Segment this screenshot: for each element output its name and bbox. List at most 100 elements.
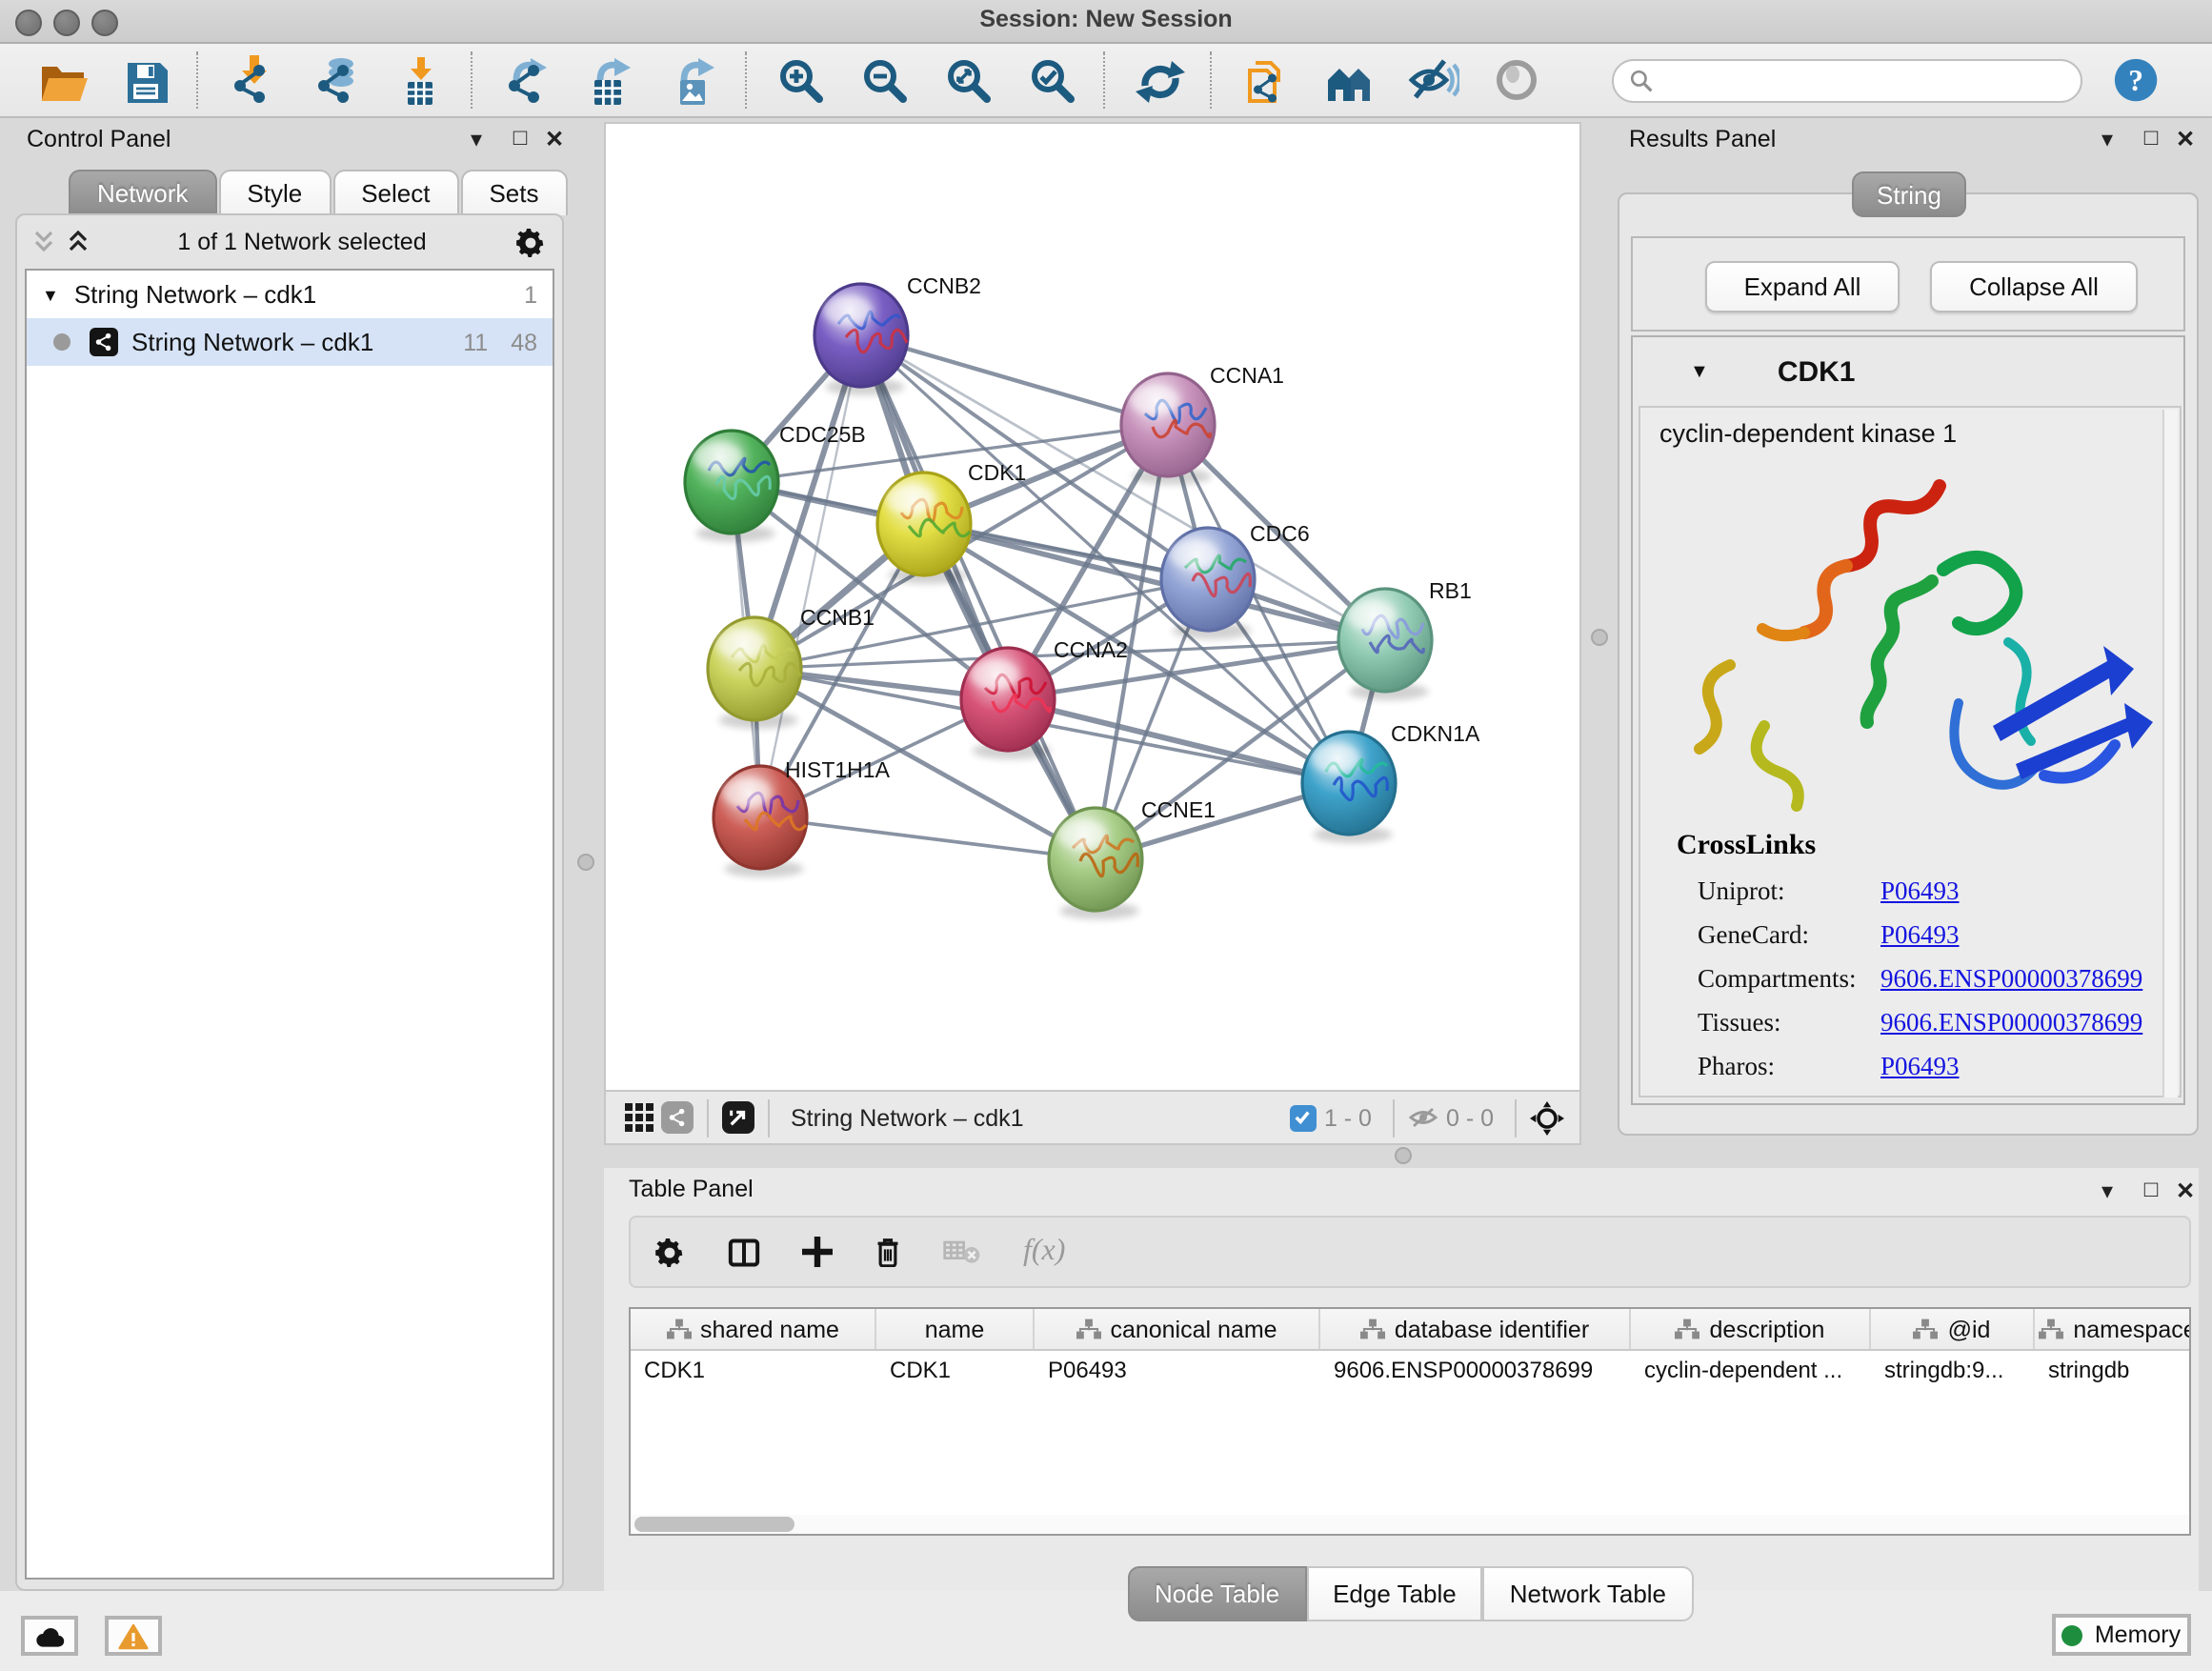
tab-style[interactable]: Style <box>218 170 331 215</box>
network-node-CCNB1[interactable]: CCNB1 <box>708 605 875 729</box>
column-header--id[interactable]: @id <box>1871 1309 2035 1349</box>
new-network-from-selection-button[interactable] <box>1223 48 1307 112</box>
network-node-CCNB2[interactable]: CCNB2 <box>814 273 981 395</box>
table-horizontal-scrollbar[interactable] <box>631 1515 2189 1534</box>
import-table-from-file-button[interactable] <box>377 48 461 112</box>
first-neighbors-button[interactable] <box>1307 48 1391 112</box>
tab-select[interactable]: Select <box>332 170 458 215</box>
network-node-CDC25B[interactable]: CDC25B <box>685 422 866 542</box>
column-header-database-identifier[interactable]: database identifier <box>1320 1309 1631 1349</box>
right-splitter-handle[interactable] <box>1591 629 1608 646</box>
tab-node-table[interactable]: Node Table <box>1128 1566 1306 1621</box>
tab-sets[interactable]: Sets <box>460 170 567 215</box>
network-edge[interactable] <box>760 817 1096 859</box>
network-node-CCNA1[interactable]: CCNA1 <box>1121 363 1284 485</box>
column-header-description[interactable]: description <box>1631 1309 1871 1349</box>
table-cell: CDK1 <box>876 1351 1035 1387</box>
show-all-button[interactable] <box>1475 48 1558 112</box>
close-panel-icon[interactable]: ✕ <box>539 126 570 152</box>
create-column-icon[interactable] <box>802 1237 833 1267</box>
show-columns-icon[interactable] <box>728 1238 760 1266</box>
panel-menu-icon[interactable]: ▾ <box>2092 1178 2122 1204</box>
collapse-all-button[interactable]: Collapse All <box>1930 261 2138 312</box>
protein-entry-header[interactable]: ▼ CDK1 <box>1633 337 2183 406</box>
tab-string[interactable]: String <box>1852 171 1966 217</box>
network-canvas[interactable]: CCNB2 CCNA1 CDC25B CDK1 CDC6 R <box>604 122 1581 1092</box>
network-node-CCNE1[interactable]: CCNE1 <box>1049 797 1216 919</box>
birds-eye-view-icon[interactable] <box>1530 1100 1564 1135</box>
zoom-out-button[interactable] <box>842 48 926 112</box>
network-edge[interactable] <box>861 335 1096 859</box>
column-header-canonical-name[interactable]: canonical name <box>1035 1309 1320 1349</box>
tab-network[interactable]: Network <box>69 170 216 215</box>
grid-view-icon[interactable] <box>625 1103 654 1132</box>
detach-view-icon[interactable] <box>722 1101 754 1134</box>
protein-description: cyclin-dependent kinase 1 <box>1640 408 2180 448</box>
float-panel-icon[interactable]: □ <box>2136 124 2166 151</box>
crosslink-link[interactable]: P06493 <box>1880 920 1960 951</box>
search-field[interactable] <box>1612 58 2082 102</box>
memory-button[interactable]: Memory <box>2052 1614 2191 1656</box>
column-header-name[interactable]: name <box>876 1309 1035 1349</box>
hide-selected-button[interactable] <box>1391 48 1475 112</box>
search-input[interactable] <box>1654 61 2081 99</box>
zoom-in-button[interactable] <box>758 48 842 112</box>
left-splitter-handle[interactable] <box>577 854 594 871</box>
network-node-RB1[interactable]: RB1 <box>1338 578 1472 700</box>
help-button[interactable]: ? <box>2113 56 2161 104</box>
panel-menu-icon[interactable]: ▾ <box>2092 126 2122 152</box>
scrollbar-thumb[interactable] <box>634 1517 794 1532</box>
delete-column-icon[interactable] <box>875 1237 901 1267</box>
network-row[interactable]: String Network – cdk1 11 48 <box>27 318 553 366</box>
selected-checkbox-icon[interactable] <box>1290 1104 1317 1131</box>
table-row[interactable]: CDK1CDK1P064939606.ENSP00000378699cyclin… <box>631 1351 2189 1387</box>
table-cell: CDK1 <box>631 1351 876 1387</box>
cloud-services-button[interactable] <box>21 1616 78 1656</box>
network-options-gear-icon[interactable] <box>514 226 547 258</box>
column-header-namespace[interactable]: namespace <box>2035 1309 2191 1349</box>
expand-all-button[interactable]: Expand All <box>1705 261 1900 312</box>
crosslink-link[interactable]: P06493 <box>1880 876 1960 907</box>
network-collection-row[interactable]: ▼ String Network – cdk1 1 <box>27 271 553 318</box>
network-node-CDKN1A[interactable]: CDKN1A <box>1302 721 1480 843</box>
expand-all-networks-icon[interactable] <box>67 230 90 254</box>
export-table-to-file-button[interactable] <box>568 48 652 112</box>
tab-edge-table[interactable]: Edge Table <box>1306 1566 1483 1621</box>
tab-network-table[interactable]: Network Table <box>1483 1566 1693 1621</box>
warnings-button[interactable] <box>105 1616 162 1656</box>
crosslink-link[interactable]: P06493 <box>1880 1052 1960 1082</box>
apply-preferred-layout-button[interactable] <box>1116 48 1200 112</box>
node-label: CCNA1 <box>1210 363 1284 388</box>
close-panel-icon[interactable]: ✕ <box>2170 126 2201 152</box>
zoom-selected-button[interactable] <box>1010 48 1094 112</box>
network-node-CDC6[interactable]: CDC6 <box>1161 521 1310 639</box>
results-scrollbar[interactable] <box>2162 410 2178 1097</box>
column-header-shared-name[interactable]: shared name <box>631 1309 876 1349</box>
collapse-entry-icon[interactable]: ▼ <box>1690 361 1709 382</box>
crosslink-link[interactable]: 9606.ENSP00000378699 <box>1880 964 2142 995</box>
export-network-to-file-button[interactable] <box>484 48 568 112</box>
expand-collapse-row: Expand All Collapse All <box>1631 236 2185 332</box>
crosslink-row: GeneCard: P06493 <box>1698 920 2180 951</box>
collapse-all-networks-icon[interactable] <box>32 230 55 254</box>
table-cell: stringdb <box>2035 1351 2191 1387</box>
table-options-gear-icon[interactable] <box>654 1236 686 1268</box>
collapse-tree-icon[interactable]: ▼ <box>42 285 59 304</box>
float-panel-icon[interactable]: □ <box>505 124 535 151</box>
import-network-from-database-button[interactable] <box>293 48 377 112</box>
save-session-button[interactable] <box>103 48 187 112</box>
network-view-icon[interactable] <box>661 1101 694 1134</box>
network-edge[interactable] <box>760 335 861 817</box>
selected-node-edge-count: 1 - 0 <box>1324 1104 1372 1131</box>
open-session-button[interactable] <box>19 48 103 112</box>
zoom-fit-button[interactable] <box>926 48 1010 112</box>
float-panel-icon[interactable]: □ <box>2136 1176 2166 1202</box>
crosslink-link[interactable]: 9606.ENSP00000378699 <box>1880 1008 2142 1038</box>
close-panel-icon[interactable]: ✕ <box>2170 1178 2201 1204</box>
export-image-button[interactable] <box>652 48 735 112</box>
horizontal-splitter-handle[interactable] <box>1395 1147 1412 1164</box>
network-node-HIST1H1A[interactable]: HIST1H1A <box>714 757 891 877</box>
import-network-from-file-button[interactable] <box>210 48 293 112</box>
panel-menu-icon[interactable]: ▾ <box>461 126 492 152</box>
crosslink-row: Compartments: 9606.ENSP00000378699 <box>1698 964 2180 995</box>
